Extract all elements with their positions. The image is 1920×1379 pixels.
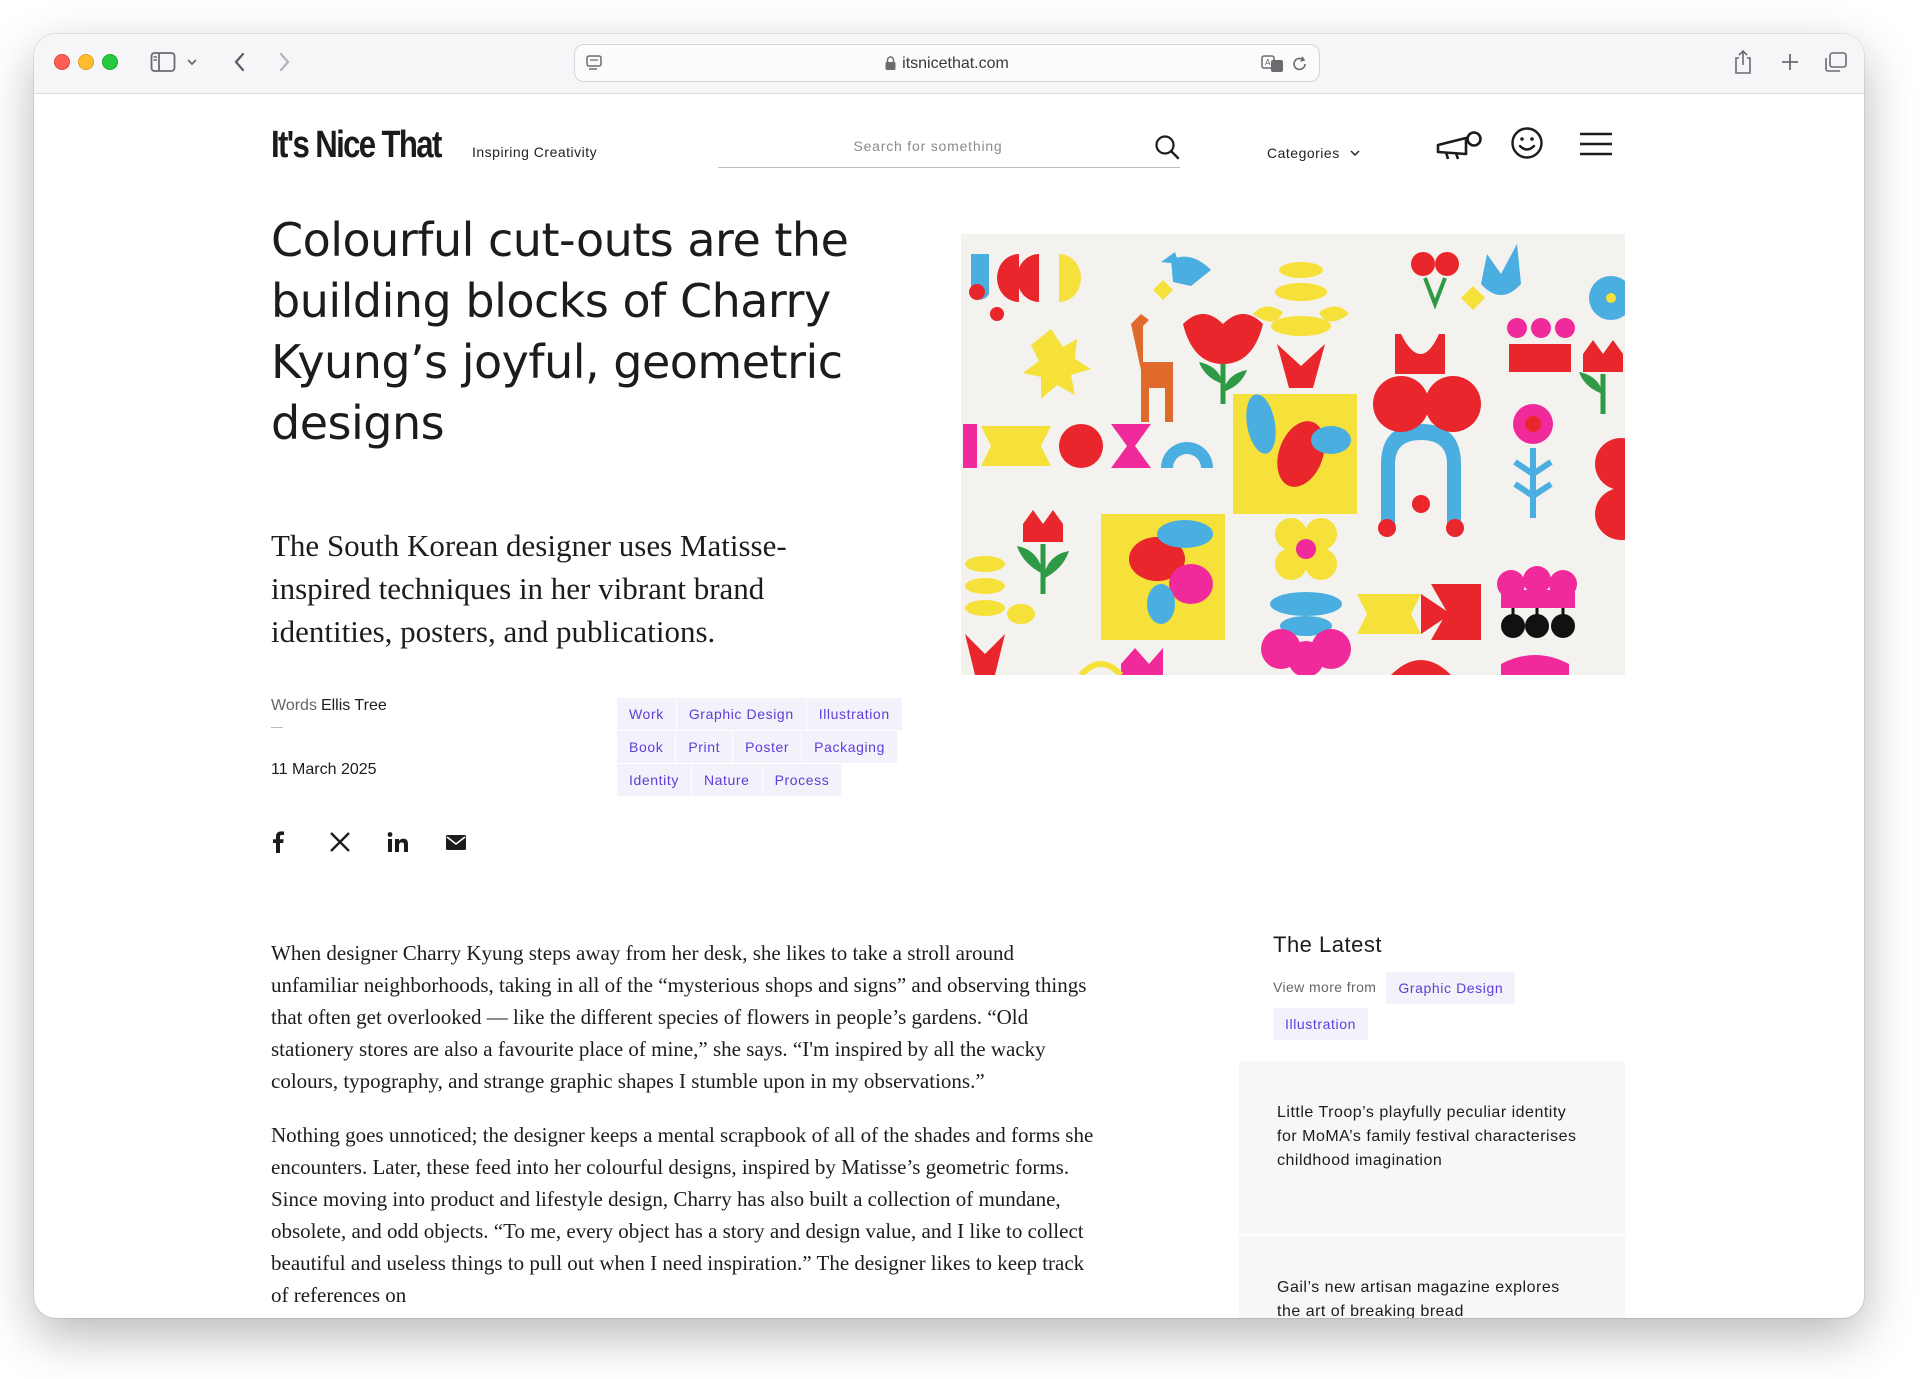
- tag-link[interactable]: Identity: [617, 764, 691, 796]
- author-link[interactable]: Ellis Tree: [321, 697, 387, 714]
- tag-link[interactable]: Packaging: [802, 731, 897, 763]
- tag-link[interactable]: Illustration: [1273, 1008, 1369, 1040]
- facebook-icon[interactable]: [271, 831, 329, 855]
- x-twitter-icon[interactable]: [329, 831, 387, 855]
- new-tab-icon[interactable]: [1780, 48, 1800, 76]
- article-standfirst: The South Korean designer uses Matisse-i…: [271, 528, 787, 649]
- share-links: [271, 831, 503, 855]
- search-bar: [718, 124, 1180, 168]
- tag-row: Work Graphic Design Illustration: [617, 698, 947, 730]
- article-tags: Work Graphic Design Illustration Book Pr…: [617, 698, 947, 797]
- tag-link[interactable]: Book: [617, 731, 676, 763]
- site-tagline: Inspiring Creativity: [472, 144, 598, 160]
- publish-date: 11 March 2025: [271, 761, 377, 778]
- svg-text:A: A: [1265, 58, 1271, 67]
- tag-link[interactable]: Work: [617, 698, 676, 730]
- latest-article-card[interactable]: Gail’s new artisan magazine explores the…: [1239, 1236, 1625, 1318]
- tag-link[interactable]: Graphic Design: [1386, 972, 1516, 1004]
- latest-heading: The Latest: [1273, 932, 1382, 957]
- forward-arrow-icon[interactable]: [276, 48, 292, 76]
- share-icon[interactable]: [1732, 48, 1754, 76]
- tag-link[interactable]: Graphic Design: [676, 698, 806, 730]
- categories-dropdown[interactable]: Categories: [1267, 144, 1360, 161]
- smiley-account-icon[interactable]: [1510, 126, 1544, 165]
- url-text: itsnicethat.com: [902, 55, 1009, 72]
- tab-overview-icon[interactable]: [1824, 48, 1848, 76]
- tag-link[interactable]: Nature: [691, 764, 762, 796]
- tag-link[interactable]: Process: [762, 764, 842, 796]
- view-more-label: View more from: [1273, 979, 1377, 995]
- address-bar[interactable]: itsnicethat.com A: [574, 44, 1320, 82]
- back-arrow-icon[interactable]: [232, 48, 248, 76]
- zoom-window-button[interactable]: [102, 54, 118, 70]
- tag-link[interactable]: Poster: [733, 731, 802, 763]
- categories-label: Categories: [1267, 145, 1340, 161]
- browser-window: itsnicethat.com A It's Nice That Inspiri…: [34, 34, 1864, 1318]
- linkedin-icon[interactable]: [387, 831, 445, 855]
- tag-row: Identity Nature Process: [617, 764, 947, 796]
- search-input[interactable]: [718, 124, 1138, 168]
- search-icon[interactable]: [1154, 134, 1180, 165]
- lock-icon: [885, 56, 896, 75]
- hero-image[interactable]: [961, 234, 1625, 675]
- close-window-button[interactable]: [54, 54, 70, 70]
- body-paragraph: When designer Charry Kyung steps away fr…: [271, 941, 1087, 1093]
- tag-link[interactable]: Print: [676, 731, 733, 763]
- reload-icon[interactable]: [1291, 54, 1309, 79]
- hamburger-menu-icon[interactable]: [1580, 132, 1612, 161]
- cutout-artwork: [961, 234, 1625, 675]
- body-paragraph: Nothing goes unnoticed; the designer kee…: [271, 1123, 1094, 1307]
- site-header: It's Nice That Inspiring Creativity Cate…: [34, 94, 1864, 204]
- site-logo[interactable]: It's Nice That: [271, 124, 442, 167]
- chevron-down-icon[interactable]: [186, 48, 198, 76]
- translate-icon[interactable]: A: [1261, 54, 1285, 79]
- latest-article-card[interactable]: Little Troop’s playfully peculiar identi…: [1239, 1061, 1625, 1233]
- minimize-window-button[interactable]: [78, 54, 94, 70]
- chevron-down-icon: [1350, 144, 1360, 160]
- article-body: When designer Charry Kyung steps away fr…: [271, 937, 1096, 1318]
- tag-row: Book Print Poster Packaging: [617, 731, 947, 763]
- sidebar-toggle-icon[interactable]: [150, 48, 176, 76]
- byline-label: Words: [271, 697, 317, 714]
- browser-toolbar: itsnicethat.com A: [34, 34, 1864, 94]
- article-headline: Colourful cut-outs are the building bloc…: [271, 213, 849, 450]
- tag-link[interactable]: Illustration: [806, 698, 902, 730]
- view-more-tags: View more from Graphic Design Illustratio…: [1273, 972, 1633, 1044]
- article-byline: Words Ellis Tree: [271, 697, 387, 715]
- byline-divider: [271, 727, 283, 728]
- megaphone-icon[interactable]: [1436, 130, 1484, 165]
- email-icon[interactable]: [445, 831, 503, 855]
